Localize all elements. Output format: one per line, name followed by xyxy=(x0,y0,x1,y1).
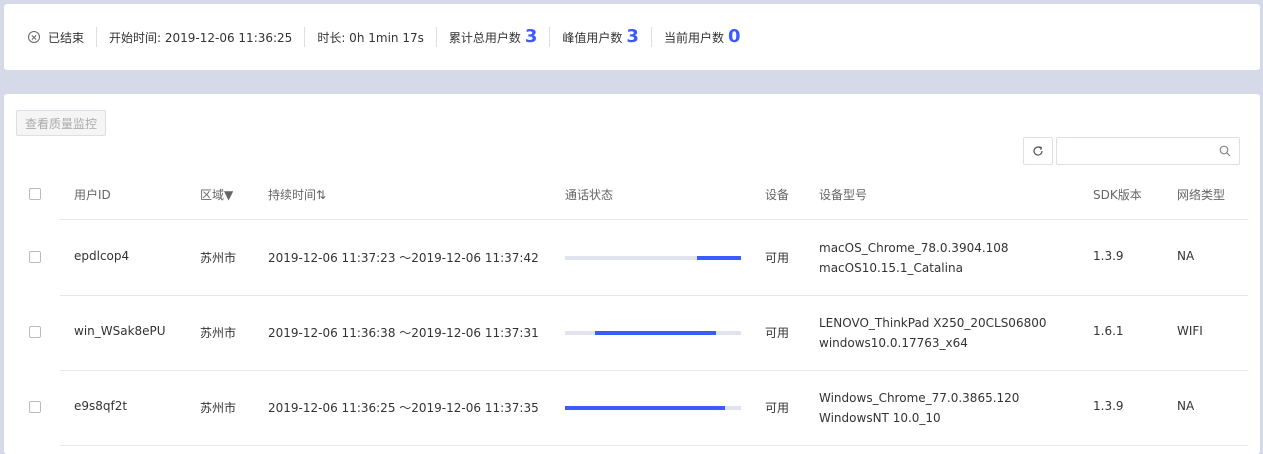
current-users-label: 当前用户数 xyxy=(663,30,724,45)
column-header-user-id[interactable]: 用户ID xyxy=(74,186,111,203)
select-all-checkbox[interactable] xyxy=(29,188,41,200)
column-header-duration[interactable]: 持续时间⇅ xyxy=(268,186,326,203)
row-divider xyxy=(60,370,1248,371)
call-status-track xyxy=(565,406,741,410)
device-model-name: macOS_Chrome_78.0.3904.108 xyxy=(819,241,1009,255)
refresh-button[interactable] xyxy=(1023,137,1053,165)
total-users: 累计总用户数 3 xyxy=(437,26,550,48)
device-os: macOS10.15.1_Catalina xyxy=(819,261,963,275)
cell-user-id: epdlcop4 xyxy=(74,249,130,263)
cell-user-id: win_WSak8ePU xyxy=(74,324,166,338)
call-status-track xyxy=(565,256,741,260)
search-field[interactable] xyxy=(1056,137,1240,165)
peak-users-label: 峰值用户数 xyxy=(562,30,623,45)
peak-users-value: 3 xyxy=(626,26,639,47)
cell-user-id: e9s8qf2t xyxy=(74,399,128,413)
cell-network-type: NA xyxy=(1177,249,1195,263)
cell-time-range: 2019-12-06 11:37:23 ～2019-12-06 11:37:42 xyxy=(268,251,539,265)
session-summary-bar: 已结束 开始时间: 2019-12-06 11:36:25 时长: 0h 1mi… xyxy=(4,4,1260,70)
device-os: WindowsNT 10.0_10 xyxy=(819,411,941,425)
peak-users: 峰值用户数 3 xyxy=(550,26,651,48)
refresh-icon xyxy=(1033,146,1043,156)
column-header-region[interactable]: 区域▼ xyxy=(200,186,233,203)
cell-device-model: Windows_Chrome_77.0.3865.120 WindowsNT 1… xyxy=(819,388,1019,428)
call-status-track xyxy=(565,331,741,335)
cell-network-type: NA xyxy=(1177,399,1195,413)
column-header-network-type: 网络类型 xyxy=(1177,188,1226,202)
cell-network-type: WIFI xyxy=(1177,324,1203,338)
cell-region: 苏州市 xyxy=(200,401,237,415)
cell-time-range: 2019-12-06 11:36:38 ～2019-12-06 11:37:31 xyxy=(268,326,539,340)
cell-region: 苏州市 xyxy=(200,326,237,340)
cell-region: 苏州市 xyxy=(200,251,237,265)
device-os: windows10.0.17763_x64 xyxy=(819,336,968,350)
cell-device-model: macOS_Chrome_78.0.3904.108 macOS10.15.1_… xyxy=(819,238,1009,278)
row-divider xyxy=(60,295,1248,296)
cell-sdk-version: 1.6.1 xyxy=(1093,324,1124,338)
cell-sdk-version: 1.3.9 xyxy=(1093,249,1124,263)
row-divider xyxy=(60,445,1248,446)
start-time: 开始时间: 2019-12-06 11:36:25 xyxy=(97,26,304,48)
start-time-label: 开始时间: 2019-12-06 11:36:25 xyxy=(109,30,293,45)
total-users-label: 累计总用户数 xyxy=(448,30,521,45)
device-model-name: Windows_Chrome_77.0.3865.120 xyxy=(819,391,1020,405)
row-checkbox[interactable] xyxy=(29,401,41,413)
call-status-bar xyxy=(594,331,717,335)
column-header-device: 设备 xyxy=(765,188,790,202)
cell-device-model: LENOVO_ThinkPad X250_20CLS06800 windows1… xyxy=(819,313,1046,353)
search-input[interactable] xyxy=(1063,138,1213,164)
duration-label: 时长: 0h 1min 17s xyxy=(317,30,424,45)
duration: 时长: 0h 1min 17s xyxy=(305,26,436,48)
user-list-panel: 查看质量监控 用户ID 区域▼ 持续时间⇅ 通话状态 设备 设备型号 SDK版本… xyxy=(4,94,1260,454)
current-users-value: 0 xyxy=(727,26,741,47)
cell-device: 可用 xyxy=(765,326,790,340)
cell-device: 可用 xyxy=(765,401,790,415)
total-users-value: 3 xyxy=(524,26,538,47)
search-icon[interactable] xyxy=(1219,145,1231,157)
call-status-bar xyxy=(697,256,741,260)
header-divider xyxy=(60,219,1248,220)
device-model-name: LENOVO_ThinkPad X250_20CLS06800 xyxy=(819,316,1047,330)
cell-time-range: 2019-12-06 11:36:25 ～2019-12-06 11:37:35 xyxy=(268,401,539,415)
column-header-call-status: 通话状态 xyxy=(565,188,614,202)
cell-sdk-version: 1.3.9 xyxy=(1093,399,1124,413)
close-circle-icon xyxy=(28,31,40,43)
cell-device: 可用 xyxy=(765,251,790,265)
current-users: 当前用户数 0 xyxy=(652,26,753,48)
status-label: 已结束 xyxy=(48,30,85,45)
row-checkbox[interactable] xyxy=(29,326,41,338)
view-quality-monitor-button[interactable]: 查看质量监控 xyxy=(16,110,106,136)
row-checkbox[interactable] xyxy=(29,251,41,263)
call-status-bar xyxy=(565,406,726,410)
session-status: 已结束 xyxy=(28,26,96,48)
column-header-device-model: 设备型号 xyxy=(819,188,868,202)
column-header-sdk-version: SDK版本 xyxy=(1093,188,1142,202)
